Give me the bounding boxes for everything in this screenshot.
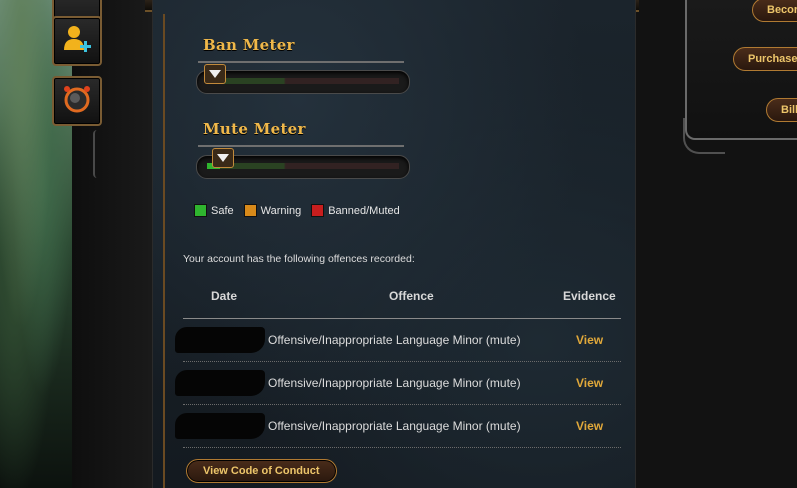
redacted-date bbox=[175, 413, 265, 439]
offence-row: Offensive/Inappropriate Language Minor (… bbox=[175, 413, 621, 439]
view-evidence-link[interactable]: View bbox=[576, 376, 603, 390]
panel-accent bbox=[163, 14, 165, 488]
add-friend-icon bbox=[60, 22, 94, 61]
ban-meter-rule bbox=[198, 61, 404, 63]
redacted-date bbox=[175, 370, 265, 396]
billing-button[interactable]: Billi bbox=[766, 98, 797, 122]
offence-row: Offensive/Inappropriate Language Minor (… bbox=[175, 327, 621, 353]
view-code-of-conduct-button[interactable]: View Code of Conduct bbox=[186, 459, 337, 483]
ban-meter-track bbox=[196, 70, 410, 94]
mute-meter-title: Mute Meter bbox=[203, 120, 306, 138]
banned-swatch bbox=[311, 204, 325, 217]
offence-text: Offensive/Inappropriate Language Minor (… bbox=[268, 333, 521, 347]
row-divider bbox=[183, 361, 621, 362]
offence-text: Offensive/Inappropriate Language Minor (… bbox=[268, 376, 521, 390]
legend-item-banned: Banned/Muted bbox=[311, 204, 400, 217]
offence-text: Offensive/Inappropriate Language Minor (… bbox=[268, 419, 521, 433]
ban-meter-marker bbox=[204, 64, 226, 84]
column-header-evidence: Evidence bbox=[563, 289, 616, 303]
background-landscape bbox=[0, 0, 72, 488]
ban-meter-title: Ban Meter bbox=[203, 36, 295, 54]
mute-meter-marker bbox=[212, 148, 234, 168]
bomb-icon bbox=[60, 82, 94, 121]
add-friend-button[interactable] bbox=[52, 16, 102, 66]
chain-ornament bbox=[93, 130, 103, 178]
legend-item-warning: Warning bbox=[243, 204, 301, 217]
left-rail bbox=[72, 0, 152, 488]
become-member-button[interactable]: Becor bbox=[752, 0, 797, 22]
offences-intro: Your account has the following offences … bbox=[183, 253, 415, 265]
mute-meter-rule bbox=[198, 145, 404, 147]
panel-ornament bbox=[683, 118, 725, 154]
offence-row: Offensive/Inappropriate Language Minor (… bbox=[175, 370, 621, 396]
view-evidence-link[interactable]: View bbox=[576, 419, 603, 433]
redacted-date bbox=[175, 327, 265, 353]
meter-legend: Safe Warning Banned/Muted bbox=[194, 204, 400, 217]
bomb-button[interactable] bbox=[52, 76, 102, 126]
legend-item-safe: Safe bbox=[194, 204, 234, 217]
warning-swatch bbox=[243, 204, 257, 217]
row-divider bbox=[183, 404, 621, 405]
view-evidence-link[interactable]: View bbox=[576, 333, 603, 347]
purchase-button[interactable]: Purchase bbox=[733, 47, 797, 71]
column-header-offence: Offence bbox=[389, 289, 434, 303]
safe-swatch bbox=[194, 204, 207, 217]
header-divider bbox=[183, 318, 621, 319]
column-header-date: Date bbox=[211, 289, 238, 303]
row-divider bbox=[183, 447, 621, 448]
